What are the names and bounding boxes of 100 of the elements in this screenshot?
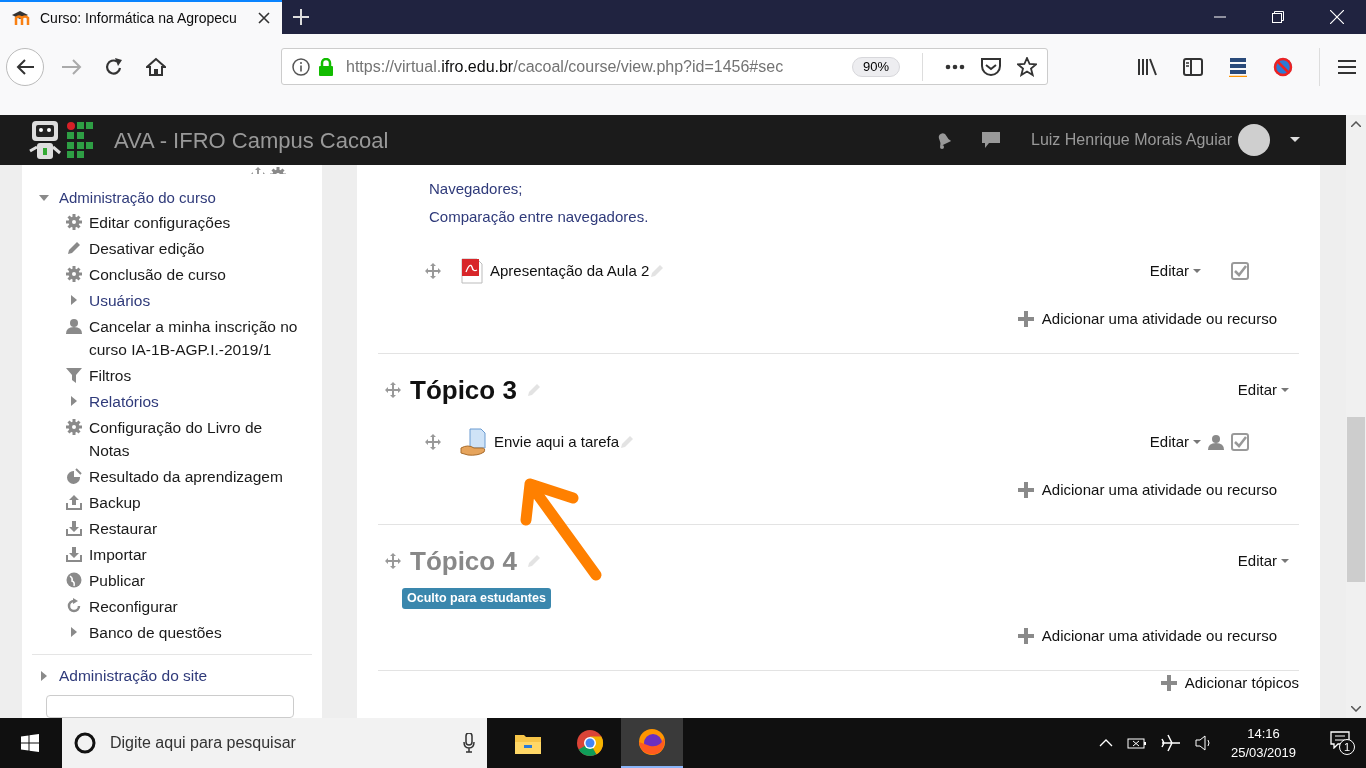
pocket-icon[interactable] bbox=[981, 57, 1001, 76]
menu-link[interactable]: Filtros bbox=[89, 362, 306, 389]
menu-link[interactable]: Banco de questões bbox=[89, 619, 306, 646]
topic-title: Tópico 4 bbox=[410, 544, 517, 578]
hidden-badge: Oculto para estudantes bbox=[402, 588, 551, 609]
url-text: https://virtual.ifro.edu.br/cacoal/course/view.php?id=1456#sec bbox=[346, 56, 785, 77]
menu-icon[interactable] bbox=[1338, 59, 1356, 75]
zoom-level[interactable]: 90% bbox=[852, 56, 901, 77]
menu-link[interactable]: Usuários bbox=[89, 287, 306, 314]
tab-title: Curso: Informática na Agropecu bbox=[40, 8, 238, 28]
menu-link[interactable]: Reconfigurar bbox=[89, 593, 306, 620]
document-hand-icon bbox=[460, 428, 488, 456]
search-placeholder: Digite aqui para pesquisar bbox=[110, 733, 297, 753]
search-field[interactable] bbox=[46, 694, 294, 718]
ifro-logo-drawing bbox=[66, 121, 94, 159]
scrollbar[interactable] bbox=[1346, 115, 1366, 718]
edit-title-icon bbox=[525, 553, 542, 569]
edit-menu[interactable]: Editar bbox=[1237, 378, 1289, 402]
battery-icon[interactable] bbox=[1126, 736, 1147, 750]
notification-count: 1 bbox=[1339, 739, 1355, 755]
menu-link[interactable]: Restaurar bbox=[89, 515, 306, 542]
plus-icon bbox=[1017, 311, 1034, 327]
menu-link[interactable]: Resultado da aprendizagem bbox=[89, 463, 306, 490]
address-bar[interactable]: https://virtual.ifro.edu.br/cacoal/course/view.php?id=1456#sec 90% bbox=[281, 48, 1048, 85]
chrome-icon bbox=[576, 729, 604, 757]
summary-text: Navegadores; bbox=[429, 179, 524, 199]
volume-icon[interactable] bbox=[1194, 735, 1213, 751]
add-activity-link[interactable]: Adicionar uma atividade ou recurso bbox=[1041, 624, 1277, 648]
filter-icon bbox=[66, 367, 82, 384]
activity-link[interactable]: Envie aqui a tarefa bbox=[494, 430, 620, 454]
menu-link[interactable]: Cancelar a minha inscrição no curso IA-1B-AGP.I.-2019/1 bbox=[89, 313, 306, 363]
user-name[interactable]: Luiz Henrique Morais Aguiar bbox=[1031, 128, 1232, 152]
refresh-icon bbox=[66, 598, 82, 615]
activity-link[interactable]: Apresentação da Aula 2 bbox=[490, 259, 650, 283]
cortana-icon bbox=[74, 732, 96, 754]
completion-checkbox-icon bbox=[1231, 433, 1249, 451]
firefox-icon bbox=[638, 728, 666, 756]
microphone-icon bbox=[463, 733, 475, 753]
restore-icon[interactable] bbox=[1272, 11, 1284, 23]
edit-menu[interactable]: Editar bbox=[1149, 430, 1201, 454]
home-icon[interactable] bbox=[146, 57, 166, 77]
close-icon[interactable] bbox=[258, 12, 270, 24]
menu-link[interactable]: Desativar edição bbox=[89, 235, 306, 262]
topic-title: Tópico 3 bbox=[410, 373, 517, 407]
scroll-up-icon[interactable] bbox=[1351, 121, 1361, 127]
menu-link[interactable]: Configuração do Livro de Notas bbox=[89, 414, 306, 464]
chat-icon[interactable] bbox=[981, 131, 1001, 149]
clock[interactable]: 14:16 25/03/2019 bbox=[1230, 724, 1296, 762]
caret-icon bbox=[1281, 558, 1289, 564]
globe-icon bbox=[66, 572, 82, 589]
site-name[interactable]: AVA - IFRO Campus Cacoal bbox=[114, 123, 389, 157]
menu-link[interactable]: Importar bbox=[89, 541, 306, 568]
pdf-file-icon bbox=[460, 258, 484, 284]
blocked-icon[interactable] bbox=[1273, 57, 1293, 77]
add-topics-link[interactable]: Adicionar tópicos bbox=[1184, 671, 1299, 695]
menu-link[interactable]: Conclusão de curso bbox=[89, 261, 306, 288]
plus-icon bbox=[1017, 628, 1034, 644]
robot-logo-drawing bbox=[28, 119, 62, 161]
taskbar-search-field[interactable]: Digite aqui para pesquisar bbox=[62, 718, 487, 768]
caret-icon bbox=[1193, 439, 1201, 445]
mortarboard-icon bbox=[12, 11, 32, 25]
add-activity-link[interactable]: Adicionar uma atividade ou recurso bbox=[1041, 478, 1277, 502]
scrollbar-thumb[interactable] bbox=[1347, 417, 1365, 582]
menu-link[interactable]: Editar configurações bbox=[89, 209, 306, 236]
library-icon[interactable] bbox=[1137, 58, 1157, 76]
pie-chart-icon bbox=[66, 468, 82, 485]
user-avatar[interactable] bbox=[1238, 124, 1270, 156]
scroll-down-icon[interactable] bbox=[1351, 706, 1361, 712]
star-icon[interactable] bbox=[1017, 56, 1037, 77]
download-icon bbox=[66, 520, 82, 537]
notification-icon[interactable] bbox=[1330, 731, 1350, 749]
section-toggle[interactable]: Administração do curso bbox=[38, 186, 306, 210]
pencil-icon bbox=[66, 240, 82, 257]
new-tab-icon[interactable] bbox=[293, 9, 309, 25]
windows-icon[interactable] bbox=[21, 734, 39, 752]
back-button[interactable] bbox=[6, 48, 44, 86]
sidebar-icon[interactable] bbox=[1183, 58, 1203, 76]
edit-title-icon bbox=[649, 263, 666, 279]
edit-menu[interactable]: Editar bbox=[1237, 549, 1289, 573]
more-icon[interactable] bbox=[945, 63, 965, 70]
download-icon bbox=[66, 546, 82, 563]
caret-icon[interactable] bbox=[1290, 137, 1300, 143]
server-icon[interactable] bbox=[1229, 57, 1247, 77]
chevron-up-icon[interactable] bbox=[1098, 739, 1113, 747]
back-arrow-icon bbox=[16, 59, 34, 75]
add-activity-link[interactable]: Adicionar uma atividade ou recurso bbox=[1041, 307, 1277, 331]
upload-icon bbox=[66, 494, 82, 511]
section-toggle[interactable]: Administração do site bbox=[38, 664, 306, 688]
caret-icon bbox=[1281, 387, 1289, 393]
menu-link[interactable]: Publicar bbox=[89, 567, 306, 594]
edit-menu[interactable]: Editar bbox=[1149, 259, 1201, 283]
menu-link[interactable]: Backup bbox=[89, 489, 306, 516]
menu-link[interactable]: Relatórios bbox=[89, 388, 306, 415]
browser-tab[interactable]: Curso: Informática na Agropecu bbox=[0, 0, 282, 34]
airplane-icon[interactable] bbox=[1160, 734, 1181, 752]
plus-icon bbox=[1017, 482, 1034, 498]
reload-icon[interactable] bbox=[104, 57, 124, 77]
completion-checkbox-icon bbox=[1231, 262, 1249, 280]
summary-text: Comparação entre navegadores. bbox=[429, 207, 650, 227]
folder-icon bbox=[515, 732, 541, 754]
